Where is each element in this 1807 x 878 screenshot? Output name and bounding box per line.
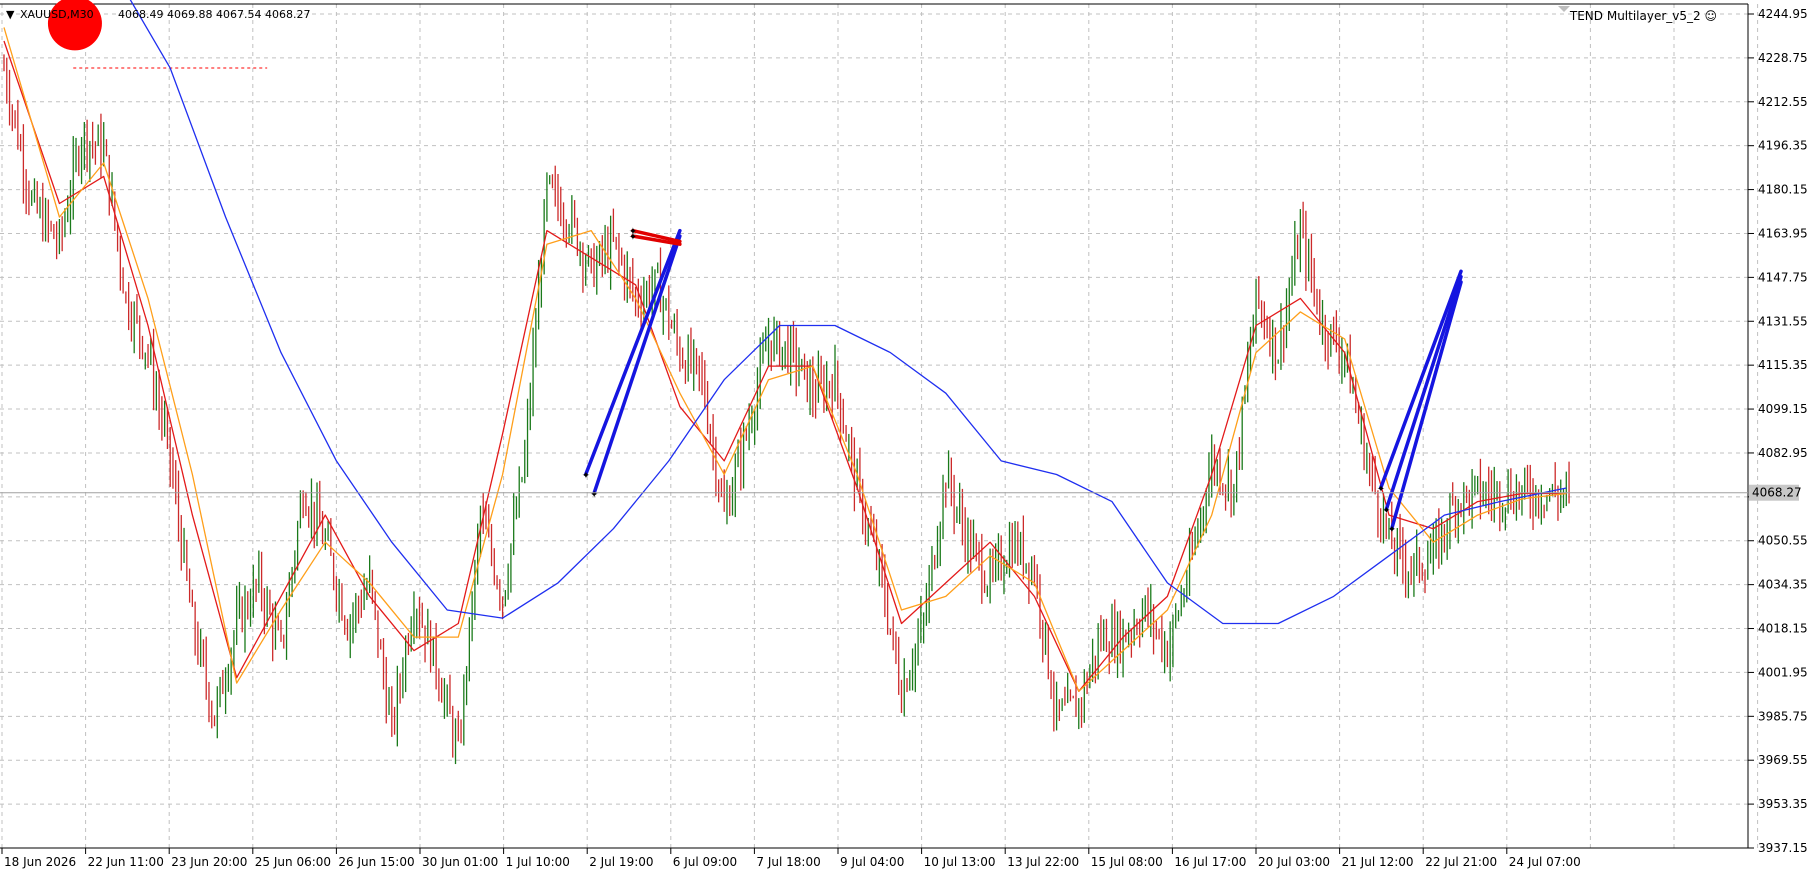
y-tick-label: 4147.75: [1758, 270, 1807, 284]
signal-start-marker: ✦: [1388, 525, 1396, 536]
x-tick-label: 10 Jul 13:00: [924, 855, 996, 869]
x-tick-label: 24 Jul 07:00: [1509, 855, 1581, 869]
y-tick-label: 3969.55: [1758, 753, 1807, 767]
smiley-icon[interactable]: ☺: [1704, 9, 1717, 23]
symbol-label: XAUUSD,M30: [20, 8, 94, 21]
y-tick-label: 4001.95: [1758, 665, 1807, 679]
y-tick-label: 4180.15: [1758, 183, 1807, 197]
y-tick-label: 4018.15: [1758, 622, 1807, 636]
y-tick-label: 3953.35: [1758, 797, 1807, 811]
collapse-triangle-icon[interactable]: ▼: [6, 8, 14, 21]
chart-background: [0, 0, 1807, 878]
x-tick-label: 6 Jul 09:00: [673, 855, 737, 869]
x-tick-label: 23 Jun 20:00: [171, 855, 247, 869]
y-tick-label: 4196.35: [1758, 139, 1807, 153]
y-tick-label: 4082.95: [1758, 446, 1807, 460]
y-tick-label: 4212.55: [1758, 95, 1807, 109]
y-tick-label: 4163.95: [1758, 226, 1807, 240]
y-tick-label: 4099.15: [1758, 402, 1807, 416]
x-tick-label: 15 Jul 08:00: [1091, 855, 1163, 869]
signal-start-marker: ✦: [1382, 506, 1390, 517]
x-tick-label: 25 Jun 06:00: [255, 855, 331, 869]
y-tick-label: 4228.75: [1758, 51, 1807, 65]
x-tick-label: 1 Jul 10:00: [506, 855, 570, 869]
y-tick-label: 4115.35: [1758, 358, 1807, 372]
y-tick-label: 4244.95: [1758, 7, 1807, 21]
current-price-label: 4068.27: [1752, 486, 1802, 500]
x-tick-label: 9 Jul 04:00: [840, 855, 904, 869]
price-chart[interactable]: 4244.95 4228.75 4212.55 4196.35 4180.15 4163.…: [0, 0, 1807, 878]
y-tick-label: 4131.55: [1758, 314, 1807, 328]
chart-window[interactable]: 4244.95 4228.75 4212.55 4196.35 4180.15 4163.…: [0, 0, 1807, 878]
x-tick-label: 22 Jun 11:00: [88, 855, 164, 869]
x-tick-label: 16 Jul 17:00: [1174, 855, 1246, 869]
signal-start-marker: ✦: [629, 227, 637, 238]
x-tick-label: 18 Jun 2026: [4, 855, 76, 869]
x-tick-label: 20 Jul 03:00: [1258, 855, 1330, 869]
x-tick-label: 21 Jul 12:00: [1342, 855, 1414, 869]
y-tick-label: 4034.35: [1758, 578, 1807, 592]
x-tick-label: 13 Jul 22:00: [1007, 855, 1079, 869]
x-tick-label: 7 Jul 18:00: [756, 855, 820, 869]
signal-start-marker: ✦: [590, 489, 598, 500]
ohlc-readout: 4068.49 4069.88 4067.54 4068.27: [118, 8, 311, 21]
indicator-name: TEND Multilayer_v5_2: [1569, 9, 1701, 23]
x-tick-label: 2 Jul 19:00: [589, 855, 653, 869]
x-tick-label: 30 Jun 01:00: [422, 855, 498, 869]
x-tick-label: 22 Jul 21:00: [1425, 855, 1497, 869]
x-tick-label: 26 Jun 15:00: [338, 855, 414, 869]
indicator-label: TEND Multilayer_v5_2 ☺: [1570, 9, 1717, 23]
y-tick-label: 3985.75: [1758, 709, 1807, 723]
y-tick-label: 4050.55: [1758, 534, 1807, 548]
signal-start-marker: ✦: [582, 470, 590, 481]
signal-start-marker: ✦: [1377, 484, 1385, 495]
y-tick-label: 3937.15: [1758, 841, 1807, 855]
